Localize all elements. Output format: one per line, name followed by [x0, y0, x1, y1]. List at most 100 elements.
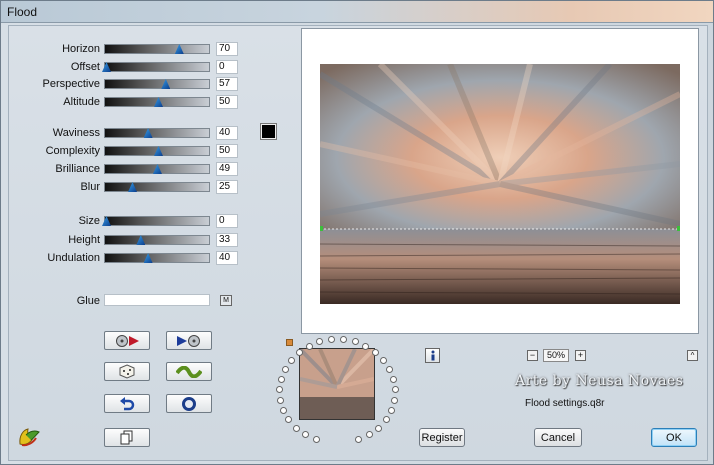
cancel-button[interactable]: Cancel — [534, 428, 582, 447]
slider-value-undulation[interactable]: 40 — [216, 251, 238, 265]
slider-row-perspective: Perspective 57 — [9, 77, 249, 91]
navigator-dot — [339, 336, 347, 344]
slider-value-blur[interactable]: 25 — [216, 180, 238, 194]
navigator-dot — [386, 365, 394, 373]
copy-icon — [120, 430, 133, 445]
zoom-in-button[interactable]: + — [575, 350, 586, 361]
slider-thumb[interactable] — [154, 146, 163, 156]
slider-value-size[interactable]: 0 — [216, 214, 238, 228]
navigator-dot — [312, 436, 320, 444]
navigator-dot — [302, 431, 310, 439]
slider-label: Height — [68, 234, 100, 246]
slider-thumb[interactable] — [154, 97, 163, 107]
slider-track-undulation[interactable] — [104, 253, 210, 263]
slider-label: Horizon — [62, 43, 100, 55]
slider-label: Perspective — [42, 78, 100, 90]
navigator-dot — [276, 386, 284, 394]
ok-button[interactable]: OK — [651, 428, 697, 447]
glue-select[interactable] — [104, 294, 210, 306]
slider-track-complexity[interactable] — [104, 146, 210, 156]
slider-track-waviness[interactable] — [104, 128, 210, 138]
slider-value-waviness[interactable]: 40 — [216, 126, 238, 140]
glue-menu-button[interactable]: M — [220, 295, 232, 306]
slider-track-size[interactable] — [102, 216, 210, 226]
slider-value-altitude[interactable]: 50 — [216, 95, 238, 109]
slider-value-height[interactable]: 33 — [216, 233, 238, 247]
prev-preset-button[interactable] — [104, 331, 150, 350]
info-button[interactable] — [425, 348, 440, 363]
slider-thumb[interactable] — [143, 128, 153, 138]
slider-thumb[interactable] — [161, 79, 171, 89]
slider-value-perspective[interactable]: 57 — [216, 77, 238, 91]
slider-thumb[interactable] — [152, 164, 162, 174]
navigator-dot — [372, 348, 380, 356]
navigator-dot — [305, 342, 313, 350]
watermark-text: Arte by Neusa Novaes — [515, 373, 684, 389]
filter-logo-icon — [19, 428, 40, 447]
slider-track-perspective[interactable] — [104, 79, 210, 89]
slider-thumb[interactable] — [174, 44, 184, 54]
film-reel-left-icon — [116, 334, 139, 347]
navigator-dot — [365, 431, 373, 439]
zoom-out-button[interactable]: − — [527, 350, 538, 361]
navigator-dot — [285, 416, 293, 424]
navigator-dot — [316, 338, 324, 346]
next-preset-button[interactable] — [166, 331, 212, 350]
mutate-button[interactable] — [166, 362, 212, 381]
window-title: Flood — [7, 5, 38, 19]
slider-row-offset: Offset 0 — [9, 60, 249, 74]
slider-thumb[interactable] — [143, 253, 153, 263]
slider-thumb[interactable] — [136, 235, 146, 245]
slider-label: Undulation — [47, 252, 100, 264]
slider-track-brilliance[interactable] — [104, 164, 210, 174]
color-swatch[interactable] — [261, 124, 276, 139]
navigator-dot — [280, 407, 288, 415]
navigator-dot — [276, 396, 284, 404]
navigator-dot — [281, 365, 289, 373]
navigator-dot — [375, 424, 383, 432]
slider-track-height[interactable] — [104, 235, 210, 245]
slider-row-altitude: Altitude 50 — [9, 95, 249, 109]
slider-label: Size — [78, 215, 100, 227]
preview-image[interactable] — [320, 64, 680, 304]
navigator-thumbnail[interactable] — [298, 347, 376, 420]
register-button[interactable]: Register — [419, 428, 465, 447]
slider-label: Offset — [70, 61, 100, 73]
preview-frame[interactable] — [301, 28, 699, 334]
collapse-button[interactable]: ^ — [687, 350, 698, 361]
slider-thumb[interactable] — [128, 182, 137, 192]
reset-button[interactable] — [104, 394, 150, 413]
slider-value-offset[interactable]: 0 — [216, 60, 238, 74]
slider-row-horizon: Horizon 70 — [9, 42, 249, 56]
copy-button[interactable] — [104, 428, 150, 447]
slider-label: Brilliance — [55, 163, 100, 175]
stop-button[interactable] — [166, 394, 212, 413]
slider-row-undulation: Undulation 40 — [9, 251, 249, 265]
slider-label: Complexity — [45, 145, 100, 157]
navigator-dot — [391, 396, 399, 404]
slider-label: Altitude — [63, 96, 100, 108]
slider-track-horizon[interactable] — [104, 44, 210, 54]
navigator-marker[interactable] — [286, 339, 293, 346]
random-button[interactable] — [104, 362, 150, 381]
zoom-level[interactable]: 50% — [543, 349, 569, 362]
navigator-dot — [382, 416, 390, 424]
navigator-dot — [380, 356, 388, 364]
slider-track-blur[interactable] — [104, 182, 210, 192]
navigator-dot — [277, 375, 285, 383]
slider-value-complexity[interactable]: 50 — [216, 144, 238, 158]
slider-row-size: Size 0 — [9, 214, 249, 228]
slider-row-height: Height 33 — [9, 233, 249, 247]
navigator-dot — [355, 436, 363, 444]
navigator-dot — [391, 386, 399, 394]
slider-thumb[interactable] — [102, 62, 111, 72]
info-icon — [431, 350, 434, 361]
slider-value-brilliance[interactable]: 49 — [216, 162, 238, 176]
slider-track-offset[interactable] — [102, 62, 210, 72]
slider-row-waviness: Waviness 40 — [9, 126, 249, 140]
title-bar[interactable]: Flood — [1, 1, 713, 23]
slider-thumb[interactable] — [102, 216, 111, 226]
slider-value-horizon[interactable]: 70 — [216, 42, 238, 56]
navigator-dot — [328, 336, 336, 344]
slider-track-altitude[interactable] — [104, 97, 210, 107]
